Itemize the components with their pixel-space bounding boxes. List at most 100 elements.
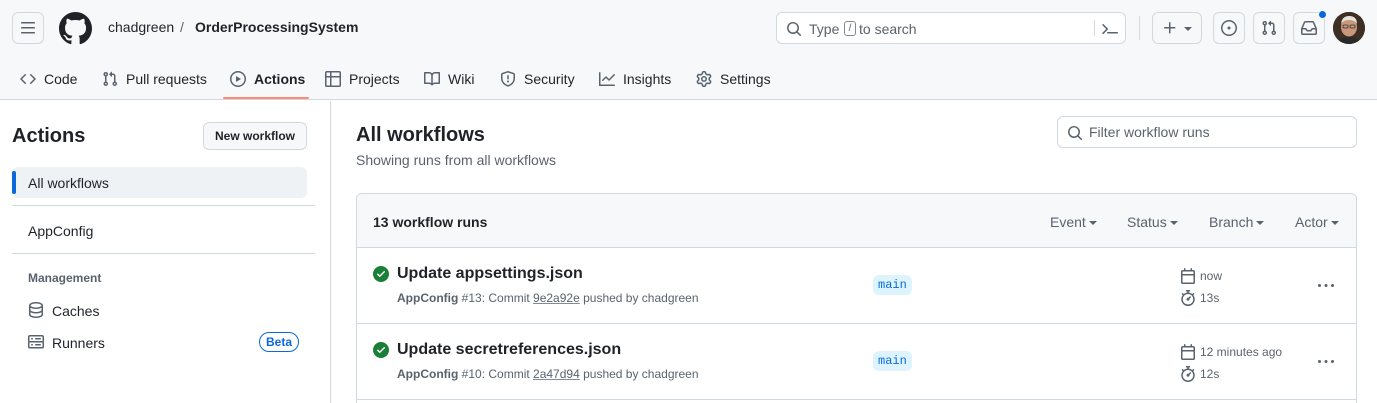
- sidebar-item-runners-label: Runners: [52, 335, 105, 351]
- kebab-horizontal-icon[interactable]: [1318, 354, 1334, 370]
- tab-pull-requests-label: Pull requests: [126, 71, 207, 87]
- run-workflow: AppConfig: [397, 367, 459, 381]
- run-title[interactable]: Update secretreferences.json: [397, 341, 621, 359]
- breadcrumb-repo[interactable]: OrderProcessingSystem: [195, 19, 358, 35]
- run-title[interactable]: Update appsettings.json: [397, 265, 583, 283]
- code-icon: [20, 73, 36, 85]
- run-time: now: [1200, 269, 1223, 283]
- check-circle-icon: [373, 266, 389, 282]
- tab-code-label: Code: [44, 71, 78, 87]
- branch-label[interactable]: main: [873, 275, 912, 295]
- search-icon: [787, 22, 802, 37]
- event-filter-label: Event: [1050, 214, 1086, 230]
- search-input[interactable]: Type / to search: [776, 12, 1126, 44]
- search-suffix: to search: [859, 21, 917, 37]
- table-icon: [325, 71, 341, 87]
- page-subtitle: Showing runs from all workflows: [356, 152, 556, 168]
- beta-badge: Beta: [259, 332, 299, 352]
- tab-code[interactable]: Code: [20, 58, 77, 100]
- sidebar-item-caches-label: Caches: [52, 303, 100, 319]
- global-header: chadgreen / OrderProcessingSystem Type /…: [0, 0, 1377, 100]
- pull-requests-icon: [1262, 20, 1277, 36]
- runs-count: 13 workflow runs: [373, 214, 488, 230]
- tab-insights[interactable]: Insights: [599, 58, 671, 100]
- calendar-icon: [1181, 268, 1195, 284]
- management-heading: Management: [28, 271, 102, 285]
- issues-icon: [1221, 20, 1237, 36]
- chevron-down-icon: [1330, 221, 1339, 225]
- chevron-down-icon: [1088, 221, 1097, 225]
- sidebar-item-appconfig[interactable]: AppConfig: [28, 223, 93, 239]
- search-icon: [1068, 126, 1083, 141]
- filter-input[interactable]: [1089, 123, 1349, 141]
- workflow-run-row[interactable]: Update appsettings.json AppConfig #13: C…: [357, 248, 1356, 324]
- run-time: 12 minutes ago: [1200, 345, 1283, 359]
- search-kbd: /: [844, 21, 856, 36]
- tab-security-label: Security: [524, 71, 575, 87]
- breadcrumb-owner[interactable]: chadgreen: [108, 19, 174, 35]
- notification-indicator: [1318, 10, 1327, 19]
- server-icon: [28, 335, 44, 349]
- actions-sidebar: Actions New workflow All workflows AppCo…: [0, 101, 331, 403]
- run-commit-link[interactable]: 2a47d94: [533, 367, 580, 381]
- run-number: #10: [461, 367, 482, 381]
- workflow-runs-list: 13 workflow runs Event Status Branch Act…: [356, 193, 1357, 403]
- check-circle-icon: [373, 342, 389, 358]
- avatar-image: [1333, 12, 1365, 44]
- header-divider: [1139, 16, 1140, 40]
- command-palette-icon[interactable]: [1102, 21, 1118, 37]
- run-pushed-by: pushed by chadgreen: [583, 367, 699, 381]
- avatar[interactable]: [1333, 12, 1365, 44]
- tab-pull-requests[interactable]: Pull requests: [102, 58, 207, 100]
- database-icon: [29, 302, 43, 318]
- search-prefix: Type: [809, 21, 840, 37]
- shield-icon: [501, 71, 515, 87]
- github-logo-icon[interactable]: [59, 12, 92, 45]
- menu-button[interactable]: [12, 12, 44, 44]
- event-filter-dropdown[interactable]: Event: [1050, 214, 1097, 230]
- run-commit-prefix: : Commit: [481, 367, 530, 381]
- issues-button[interactable]: [1213, 12, 1245, 44]
- create-new-button[interactable]: [1152, 12, 1202, 44]
- tab-settings[interactable]: Settings: [696, 58, 771, 100]
- git-pull-request-icon: [103, 71, 118, 87]
- workflow-run-row[interactable]: Update secretreferences.json AppConfig #…: [357, 324, 1356, 400]
- tab-actions-label: Actions: [254, 71, 306, 87]
- pull-requests-button[interactable]: [1253, 12, 1285, 44]
- branch-filter-dropdown[interactable]: Branch: [1209, 214, 1265, 230]
- status-filter-dropdown[interactable]: Status: [1127, 214, 1178, 230]
- calendar-icon: [1181, 344, 1195, 360]
- tab-wiki-label: Wiki: [448, 71, 475, 87]
- run-commit-link[interactable]: 9e2a92e: [533, 291, 580, 305]
- gear-icon: [696, 71, 712, 87]
- sidebar-item-all-workflows-label: All workflows: [28, 175, 109, 191]
- play-icon: [230, 71, 246, 87]
- run-number: #13: [461, 291, 482, 305]
- filter-workflow-runs[interactable]: [1057, 116, 1357, 148]
- run-workflow: AppConfig: [397, 291, 459, 305]
- book-icon: [424, 71, 440, 86]
- run-pushed-by: pushed by chadgreen: [583, 291, 699, 305]
- actor-filter-label: Actor: [1295, 214, 1328, 230]
- actor-filter-dropdown[interactable]: Actor: [1295, 214, 1339, 230]
- active-tab-indicator: [223, 97, 309, 99]
- tab-settings-label: Settings: [720, 71, 771, 87]
- tab-projects-label: Projects: [349, 71, 400, 87]
- run-commit-prefix: : Commit: [481, 291, 530, 305]
- status-filter-label: Status: [1127, 214, 1167, 230]
- tab-security[interactable]: Security: [500, 58, 575, 100]
- inbox-icon: [1301, 21, 1317, 35]
- plus-icon: [1164, 22, 1176, 34]
- sidebar-item-all-workflows[interactable]: All workflows: [12, 167, 307, 198]
- chevron-down-icon: [1256, 221, 1265, 225]
- page-title: All workflows: [356, 124, 485, 146]
- tab-wiki[interactable]: Wiki: [424, 58, 474, 100]
- kebab-horizontal-icon[interactable]: [1318, 278, 1334, 294]
- new-workflow-button[interactable]: New workflow: [203, 122, 307, 150]
- sidebar-title: Actions: [12, 125, 86, 147]
- tab-projects[interactable]: Projects: [325, 58, 400, 100]
- run-meta: AppConfig #10: Commit 2a47d94 pushed by …: [397, 367, 699, 381]
- tab-actions[interactable]: Actions: [230, 58, 305, 100]
- branch-label[interactable]: main: [873, 351, 912, 371]
- sidebar-divider: [12, 205, 315, 206]
